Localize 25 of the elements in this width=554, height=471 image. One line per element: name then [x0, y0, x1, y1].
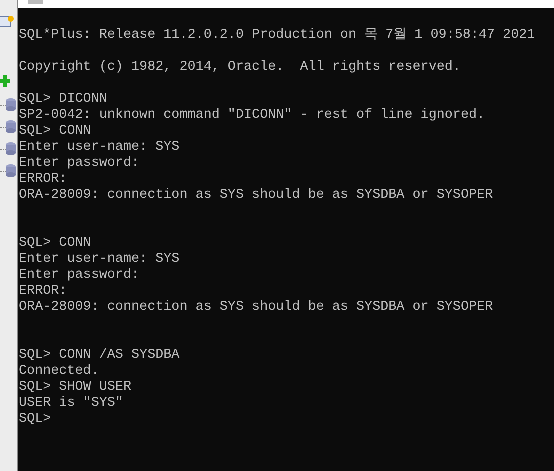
toolbar-icon[interactable] [0, 15, 14, 29]
console-line: SP2-0042: unknown command "DICONN" - rest of line ignored. [19, 108, 486, 124]
console-line: Enter user-name: SYS [19, 252, 180, 268]
console-line: Enter password: [19, 156, 140, 172]
console-line: Enter user-name: SYS [19, 140, 180, 156]
console-line: Enter password: [19, 268, 140, 284]
console-line: ORA-28009: connection as SYS should be as SYSDBA or SYSOPER [19, 188, 494, 204]
console-line: Copyright (c) 1982, 2014, Oracle. All rights reserved. [19, 60, 461, 76]
console-line: SQL> DICONN [19, 92, 108, 108]
console-line: SQL> CONN [19, 236, 92, 252]
console-line: SQL> CONN [19, 124, 92, 140]
plus-icon[interactable] [0, 74, 10, 88]
console-line: ERROR: [19, 172, 68, 188]
console-line: SQL> [19, 412, 52, 428]
console-line: SQL> SHOW USER [19, 380, 132, 396]
console-line: USER is "SYS" [19, 396, 124, 412]
database-icon [6, 120, 16, 134]
database-icon [6, 142, 16, 156]
console-line: SQL*Plus: Release 11.2.0.2.0 Production on 목 7월 1 09:58:47 2021 [19, 28, 536, 44]
console-line: ORA-28009: connection as SYS should be as SYSDBA or SYSOPER [19, 300, 494, 316]
database-icon [6, 98, 16, 112]
console-line: Connected. [19, 364, 100, 380]
console-line: SQL> CONN /AS SYSDBA [19, 348, 180, 364]
console-line: ERROR: [19, 284, 68, 300]
database-icon [6, 164, 16, 178]
